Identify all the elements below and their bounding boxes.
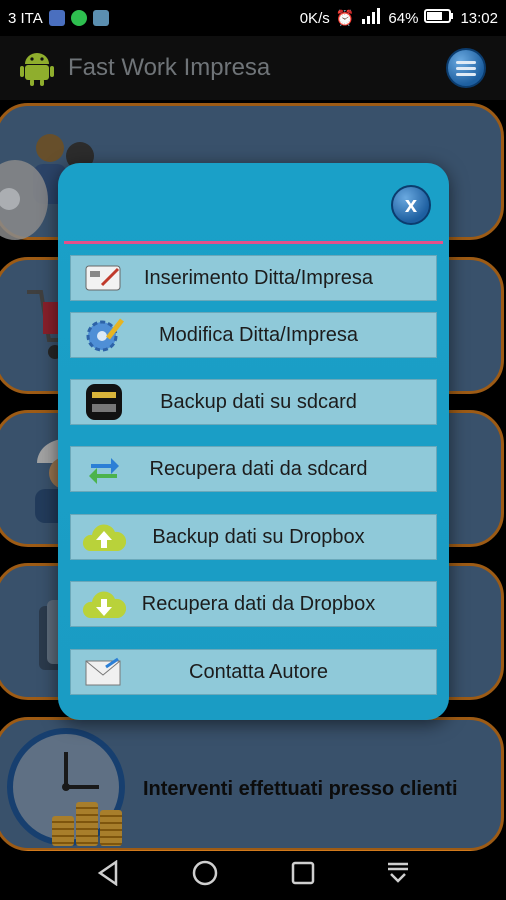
close-button[interactable]: x <box>391 185 431 225</box>
clock-time: 13:02 <box>460 9 498 27</box>
carrier-label: 3 ITA <box>8 9 43 27</box>
recents-icon[interactable] <box>291 861 315 890</box>
battery-icon <box>424 8 454 28</box>
signal-icon <box>360 8 382 28</box>
app-bar: Fast Work Impresa <box>0 36 506 100</box>
sdcard-icon <box>81 382 127 422</box>
battery-percent: 64% <box>388 9 419 27</box>
menu-button[interactable] <box>446 48 486 88</box>
messenger-icon <box>48 10 65 26</box>
android-logo-icon <box>20 50 54 86</box>
cloud-download-icon <box>81 584 127 624</box>
menu-item-backup-sdcard[interactable]: Backup dati su sdcard <box>70 379 437 425</box>
app-title: Fast Work Impresa <box>68 54 271 81</box>
notification-pull-icon[interactable] <box>386 861 410 890</box>
whatsapp-icon <box>70 10 87 26</box>
menu-item-recupera-dropbox[interactable]: Recupera dati da Dropbox <box>70 581 437 627</box>
back-icon[interactable] <box>96 859 120 891</box>
envelope-icon <box>81 652 127 692</box>
menu-item-contatta-autore[interactable]: Contatta Autore <box>70 649 437 695</box>
menu-item-modifica[interactable]: Modifica Ditta/Impresa <box>70 312 437 358</box>
network-speed: 0K/s <box>299 9 330 27</box>
options-dialog: x Inserimento Ditta/Impresa Modifica Dit… <box>58 163 449 720</box>
home-icon[interactable] <box>191 859 219 892</box>
form-edit-icon <box>81 258 127 298</box>
gallery-icon <box>92 10 109 26</box>
menu-item-inserimento[interactable]: Inserimento Ditta/Impresa <box>70 255 437 301</box>
gear-pencil-icon <box>81 315 127 355</box>
close-icon: x <box>404 192 418 217</box>
status-bar: 3 ITA 0K/s ⏰ 64% 13:02 <box>0 0 506 36</box>
sync-arrows-icon <box>81 449 127 489</box>
alarm-icon: ⏰ <box>335 10 355 27</box>
menu-item-recupera-sdcard[interactable]: Recupera dati da sdcard <box>70 446 437 492</box>
dialog-divider <box>64 241 443 244</box>
cloud-upload-icon <box>81 517 127 557</box>
navigation-bar <box>0 851 506 900</box>
menu-item-backup-dropbox[interactable]: Backup dati su Dropbox <box>70 514 437 560</box>
